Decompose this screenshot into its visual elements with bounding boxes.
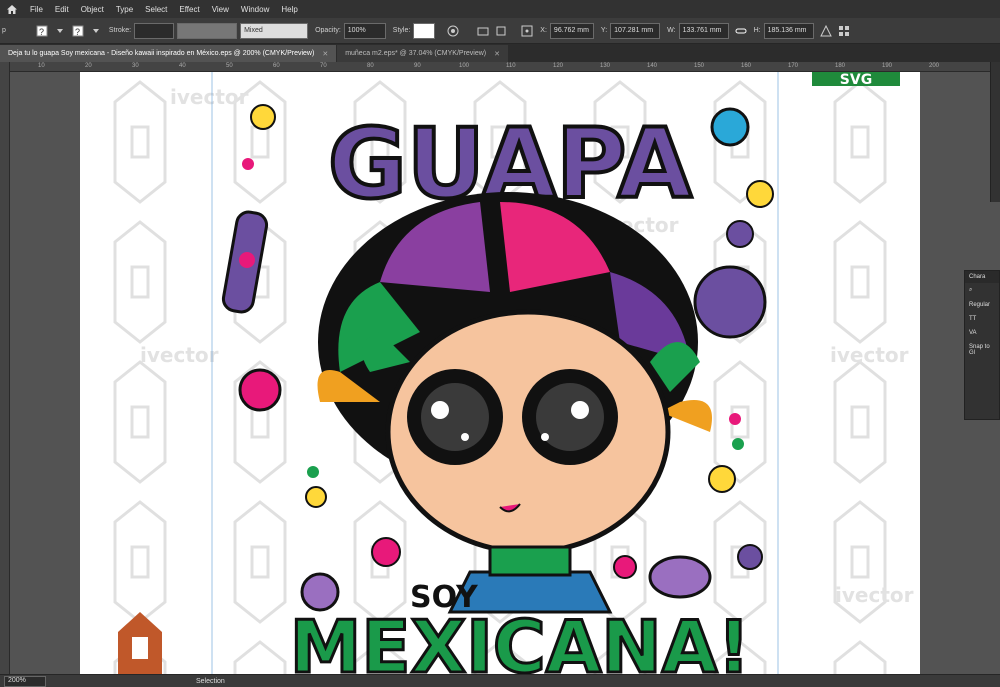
svg-text:?: ? [75, 27, 80, 37]
y-value: 107.281 mm [614, 27, 654, 34]
ruler-tick: 180 [835, 63, 846, 69]
ruler-tick: 70 [320, 63, 327, 69]
ruler-tick: 100 [459, 63, 470, 69]
menu-view[interactable]: View [206, 5, 235, 14]
menu-select[interactable]: Select [139, 5, 173, 14]
tab-muneca-m2[interactable]: muñeca m2.eps* @ 37.04% (CMYK/Preview) ✕ [337, 45, 508, 62]
ruler-tick: 190 [882, 63, 893, 69]
font-size-icon[interactable]: TT [965, 312, 999, 326]
ruler-tick: 20 [85, 63, 92, 69]
watermark-text: ivector [830, 343, 909, 367]
horizontal-ruler: 10 20 30 40 50 60 70 80 90 100 110 120 1… [10, 62, 1000, 72]
menu-object[interactable]: Object [75, 5, 110, 14]
variable-width-select[interactable] [177, 22, 238, 39]
ruler-tick: 90 [414, 63, 421, 69]
ruler-tick: 130 [600, 63, 611, 69]
opacity-input[interactable]: 100% [343, 22, 386, 39]
stroke-swatch-icon[interactable]: ? [71, 24, 85, 38]
menu-window[interactable]: Window [235, 5, 275, 14]
y-input[interactable]: 107.281 mm [610, 22, 661, 39]
h-input[interactable]: 185.136 mm [763, 22, 814, 39]
home-icon[interactable] [0, 0, 24, 18]
fill-swatch-icon[interactable]: ? [35, 24, 49, 38]
menu-edit[interactable]: Edit [49, 5, 75, 14]
stroke-weight-input[interactable] [134, 22, 175, 39]
x-value: 96.762 mm [553, 27, 589, 34]
w-label: W: [667, 27, 676, 34]
menu-file[interactable]: File [24, 5, 49, 14]
control-bar: p ? ? Stroke: Mixed Opacity: 100% Style:… [0, 18, 1000, 44]
w-input[interactable]: 133.761 mm [678, 22, 729, 39]
canvas[interactable]: ivector ivector ivector ivector ivector … [10, 72, 1000, 674]
ruler-tick: 120 [553, 63, 564, 69]
character-panel-title: Chara [965, 271, 999, 283]
x-label: X: [540, 27, 547, 34]
ruler-tick: 110 [506, 63, 516, 69]
menu-effect[interactable]: Effect [173, 5, 205, 14]
brush-select[interactable]: Mixed [240, 22, 309, 39]
artwork: ivector ivector ivector ivector ivector … [80, 72, 920, 674]
search-icon[interactable]: ⌕ [965, 283, 999, 298]
menu-type[interactable]: Type [110, 5, 139, 14]
watermark-text: ivector [140, 343, 219, 367]
opacity-value: 100% [347, 27, 366, 34]
y-label: Y: [600, 27, 608, 34]
snap-label: Snap to Gl [969, 344, 990, 356]
h-label: H: [753, 27, 761, 34]
ruler-tick: 170 [788, 63, 799, 69]
align-icon[interactable] [476, 24, 490, 38]
watermark-text: ivector [835, 583, 914, 607]
document-tabs: Deja tu lo guapa Soy mexicana - Diseño k… [0, 44, 1000, 62]
ruler-tick: 10 [38, 63, 45, 69]
ruler-tick: 80 [367, 63, 374, 69]
ruler-tick: 50 [226, 63, 233, 69]
menu-bar: File Edit Object Type Select Effect View… [0, 0, 1000, 18]
close-icon[interactable]: ✕ [322, 50, 328, 58]
ruler-tick: 200 [929, 63, 940, 69]
mexicana-text: MEXICANA! [290, 605, 751, 674]
style-label: Style: [392, 27, 411, 34]
ruler-tick: 40 [179, 63, 186, 69]
ruler-tick: 150 [694, 63, 705, 69]
font-style-label[interactable]: Regular [965, 298, 999, 312]
h-value: 185.136 mm [767, 27, 807, 34]
svg-badge: SVG [840, 72, 872, 88]
current-tool: Selection [196, 677, 225, 685]
ruler-tick: 60 [273, 63, 280, 69]
transform-icon[interactable] [494, 24, 508, 38]
opacity-label: Opacity: [315, 27, 341, 34]
link-icon[interactable] [734, 24, 748, 38]
leading-icon[interactable]: VA [965, 326, 999, 340]
tab-deja-tu-lo-guapa[interactable]: Deja tu lo guapa Soy mexicana - Diseño k… [0, 45, 337, 62]
menu-help[interactable]: Help [275, 5, 303, 14]
zoom-select[interactable]: 200% [4, 675, 46, 687]
close-icon[interactable]: ✕ [494, 50, 500, 58]
chevron-down-icon[interactable] [53, 24, 67, 38]
vertical-ruler [0, 62, 10, 674]
watermark-text: ivector [170, 85, 249, 109]
path-label: p [2, 27, 6, 34]
tab-label: Deja tu lo guapa Soy mexicana - Diseño k… [8, 50, 315, 57]
tab-label: muñeca m2.eps* @ 37.04% (CMYK/Preview) [345, 50, 487, 57]
stroke-label: Stroke: [108, 27, 132, 34]
grid-icon[interactable] [837, 24, 851, 38]
ruler-tick: 140 [647, 63, 658, 69]
side-panel-strip [990, 62, 1000, 202]
w-value: 133.761 mm [682, 27, 722, 34]
ruler-tick: 30 [132, 63, 139, 69]
character-panel[interactable]: Chara ⌕ Regular TT VA Snap to Gl [964, 270, 1000, 420]
recolor-icon[interactable] [446, 24, 460, 38]
shape-icon[interactable] [819, 24, 833, 38]
reference-point-icon[interactable] [520, 24, 534, 38]
svg-text:?: ? [39, 27, 44, 37]
status-bar: 200% Selection [0, 674, 1000, 687]
artboard[interactable]: ivector ivector ivector ivector ivector … [80, 72, 920, 674]
chevron-down-icon[interactable] [89, 24, 103, 38]
style-swatch[interactable] [413, 22, 436, 39]
brush-value: Mixed [244, 27, 263, 34]
ruler-tick: 160 [741, 63, 752, 69]
x-input[interactable]: 96.762 mm [549, 22, 594, 39]
